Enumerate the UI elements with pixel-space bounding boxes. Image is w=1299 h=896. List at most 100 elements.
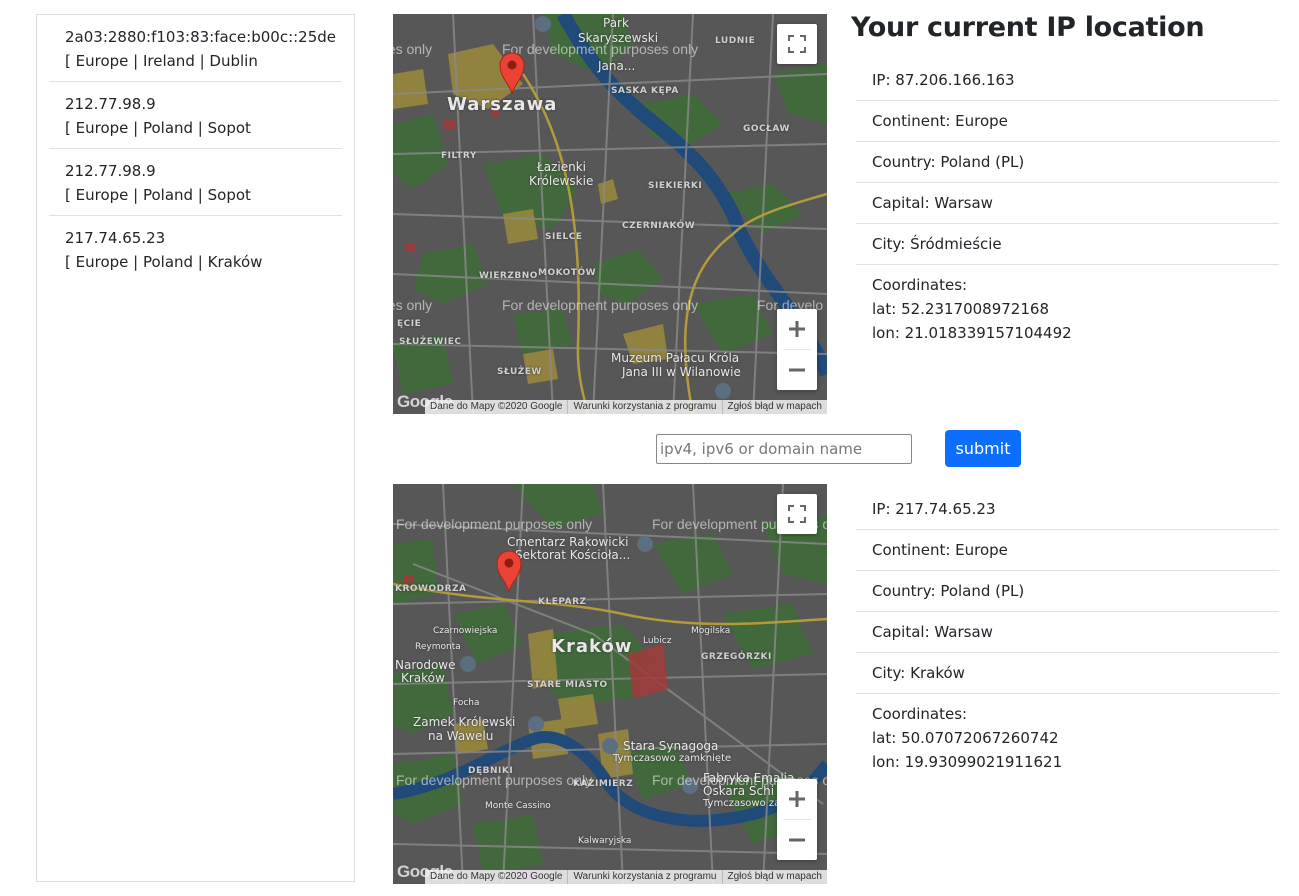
dev-watermark: For development purposes only <box>396 516 593 532</box>
plus-icon <box>789 791 805 807</box>
map-tiles <box>393 14 827 414</box>
map-place-label: FILTRY <box>441 151 477 161</box>
latitude-value: lat: 52.2317008972168 <box>872 300 1049 318</box>
history-list: 2a03:2880:f103:83:face:b00c::25de [ Euro… <box>37 15 354 282</box>
location-marker-icon[interactable] <box>498 51 526 95</box>
street-label: Lubicz <box>643 636 672 646</box>
report-error-link[interactable]: Zgłoś błąd w mapach <box>721 870 828 884</box>
street-label: Czarnowiejska <box>433 626 498 636</box>
map-attribution: Google Dane do Mapy ©2020 Google Warunki… <box>393 392 827 414</box>
history-item-ip: 2a03:2880:f103:83:face:b00c::25de <box>65 28 337 46</box>
map-place-label: SŁUŻEW <box>497 367 542 377</box>
attribution-links: Dane do Mapy ©2020 Google Warunki korzys… <box>425 870 827 884</box>
history-item[interactable]: 212.77.98.9 [ Europe | Poland | Sopot <box>49 82 342 149</box>
search-history-panel: 2a03:2880:f103:83:face:b00c::25de [ Euro… <box>36 14 355 882</box>
map-place-label: CZERNIAKÓW <box>622 221 696 231</box>
map-place-label: KROWODRZA <box>395 584 467 594</box>
map-place-label: GRZEGÓRZKI <box>701 652 772 662</box>
map-place-label: LUDNIE <box>715 36 756 46</box>
map-place-label: Tymczasowo zamknięte <box>613 753 732 764</box>
history-item[interactable]: 217.74.65.23 [ Europe | Poland | Kraków <box>49 216 342 282</box>
dev-watermark: oses only <box>393 297 433 313</box>
current-location-details: IP: 87.206.166.163 Continent: Europe Cou… <box>856 60 1279 353</box>
fullscreen-icon <box>788 505 806 523</box>
map-place-label: SASKA KĘPA <box>611 86 679 96</box>
latitude-value: lat: 50.07072067260742 <box>872 729 1059 747</box>
dev-watermark: For development purposes only <box>502 297 699 313</box>
fullscreen-button[interactable] <box>777 494 817 534</box>
street-label: Mogilska <box>691 626 731 636</box>
dev-watermark: For development purposes only <box>396 772 593 788</box>
map-place-label: Królewskie <box>529 174 594 188</box>
map-place-label: STARE MIASTO <box>527 680 608 690</box>
map-place-label: Zamek Królewski <box>413 715 516 729</box>
map-place-label: na Wawelu <box>428 729 494 743</box>
map-place-label: SŁUŻEWIEC <box>399 337 462 347</box>
dev-watermark: For development purposes only <box>502 41 699 57</box>
dev-watermark: oses only <box>393 41 433 57</box>
current-location-map[interactable]: Park Skaryszewski Jana... SASKA KĘPA GOC… <box>393 14 827 414</box>
ip-search-input[interactable] <box>656 434 912 464</box>
history-item-ip: 212.77.98.9 <box>65 162 156 180</box>
map-place-label: Jana III w Wilanowie <box>622 365 741 379</box>
map-place-label: MOKOTÓW <box>538 268 597 278</box>
map-data-credit: Dane do Mapy ©2020 Google <box>430 401 563 412</box>
street-label: Reymonta <box>415 642 461 652</box>
coordinates-label: Coordinates: <box>872 276 968 294</box>
lookup-location-map[interactable]: Cmentarz Rakowicki Sektorat Kościoła... … <box>393 484 827 884</box>
map-place-label: Stara Synagoga <box>623 739 719 753</box>
map-city-label: Kraków <box>551 636 633 657</box>
lookup-location-details: IP: 217.74.65.23 Continent: Europe Count… <box>856 489 1279 782</box>
map-place-label: Narodowe <box>395 658 456 672</box>
map-place-label: KLEPARZ <box>538 597 587 607</box>
country-row: Country: Poland (PL) <box>856 571 1279 612</box>
report-error-link[interactable]: Zgłoś błąd w mapach <box>721 400 828 414</box>
history-item[interactable]: 2a03:2880:f103:83:face:b00c::25de [ Euro… <box>49 15 342 82</box>
street-label: Monte Cassino <box>485 801 551 811</box>
history-item-ip: 212.77.98.9 <box>65 95 156 113</box>
minus-icon <box>789 838 805 842</box>
map-place-label: SIEKIERKI <box>648 181 703 191</box>
longitude-value: lon: 21.018339157104492 <box>872 324 1072 342</box>
history-item-location: [ Europe | Poland | Sopot <box>65 186 251 204</box>
zoom-controls <box>777 309 817 390</box>
zoom-in-button[interactable] <box>777 779 817 819</box>
map-place-label: GOCŁAW <box>743 124 790 134</box>
history-item-location: [ Europe | Poland | Kraków <box>65 253 263 271</box>
continent-row: Continent: Europe <box>856 101 1279 142</box>
fullscreen-icon <box>788 35 806 53</box>
ip-row: IP: 87.206.166.163 <box>856 60 1279 101</box>
zoom-controls <box>777 779 817 860</box>
history-item-location: [ Europe | Poland | Sopot <box>65 119 251 137</box>
city-row: City: Kraków <box>856 653 1279 694</box>
capital-row: Capital: Warsaw <box>856 183 1279 224</box>
zoom-in-button[interactable] <box>777 309 817 349</box>
zoom-out-button[interactable] <box>777 350 817 390</box>
minus-icon <box>789 368 805 372</box>
capital-row: Capital: Warsaw <box>856 612 1279 653</box>
map-place-label: Łazienki <box>537 160 587 174</box>
map-place-label: Park <box>603 16 629 30</box>
location-marker-icon[interactable] <box>495 549 523 593</box>
map-place-label: WIERZBNO <box>479 271 538 281</box>
submit-button[interactable]: submit <box>945 430 1021 467</box>
city-row: City: Śródmieście <box>856 224 1279 265</box>
map-place-label: Jana... <box>598 59 636 73</box>
history-item[interactable]: 212.77.98.9 [ Europe | Poland | Sopot <box>49 149 342 216</box>
map-city-label: Warszawa <box>447 94 558 115</box>
coordinates-label: Coordinates: <box>872 705 968 723</box>
country-row: Country: Poland (PL) <box>856 142 1279 183</box>
longitude-value: lon: 19.93099021911621 <box>872 753 1063 771</box>
street-label: Kalwaryjska <box>578 836 632 846</box>
map-attribution: Google Dane do Mapy ©2020 Google Warunki… <box>393 862 827 884</box>
terms-link[interactable]: Warunki korzystania z programu <box>567 400 721 414</box>
terms-link[interactable]: Warunki korzystania z programu <box>567 870 721 884</box>
fullscreen-button[interactable] <box>777 24 817 64</box>
plus-icon <box>789 321 805 337</box>
map-data-credit: Dane do Mapy ©2020 Google <box>430 871 563 882</box>
coordinates-row: Coordinates: lat: 52.2317008972168 lon: … <box>856 265 1279 353</box>
coordinates-row: Coordinates: lat: 50.07072067260742 lon:… <box>856 694 1279 782</box>
attribution-links: Dane do Mapy ©2020 Google Warunki korzys… <box>425 400 827 414</box>
zoom-out-button[interactable] <box>777 820 817 860</box>
map-place-label: ĘCIE <box>397 319 422 329</box>
